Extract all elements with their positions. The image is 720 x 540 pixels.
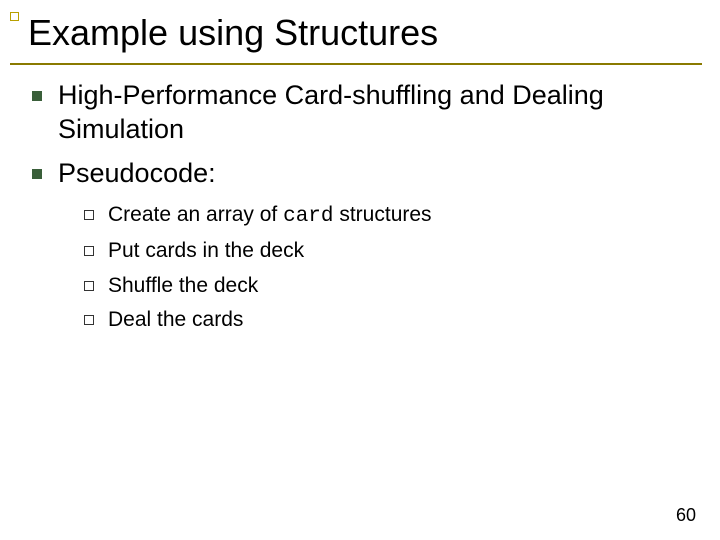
bullet-list-level-1: High-Performance Card-shuffling and Deal…	[30, 79, 692, 336]
list-item-text: Shuffle the deck	[108, 274, 258, 297]
bullet-list-level-2: Create an array of card structures Put c…	[82, 199, 692, 337]
list-item-text: Put cards in the deck	[108, 239, 304, 262]
slide: Example using Structures High-Performanc…	[0, 0, 720, 540]
list-item-text: structures	[334, 203, 432, 226]
list-item-text: Deal the cards	[108, 308, 243, 331]
slide-body: High-Performance Card-shuffling and Deal…	[10, 65, 702, 336]
title-block: Example using Structures	[10, 12, 702, 59]
list-item: High-Performance Card-shuffling and Deal…	[30, 79, 692, 147]
list-item-text: Pseudocode:	[58, 158, 216, 188]
list-item: Shuffle the deck	[82, 270, 692, 303]
list-item-text: High-Performance Card-shuffling and Deal…	[58, 80, 604, 144]
list-item: Pseudocode: Create an array of card stru…	[30, 157, 692, 337]
title-accent-square	[10, 12, 19, 21]
list-item: Create an array of card structures	[82, 199, 692, 234]
list-item-text: Create an array of	[108, 203, 283, 226]
list-item: Put cards in the deck	[82, 235, 692, 268]
code-text: card	[283, 205, 333, 228]
slide-title: Example using Structures	[24, 12, 702, 53]
page-number: 60	[676, 505, 696, 526]
list-item: Deal the cards	[82, 304, 692, 337]
